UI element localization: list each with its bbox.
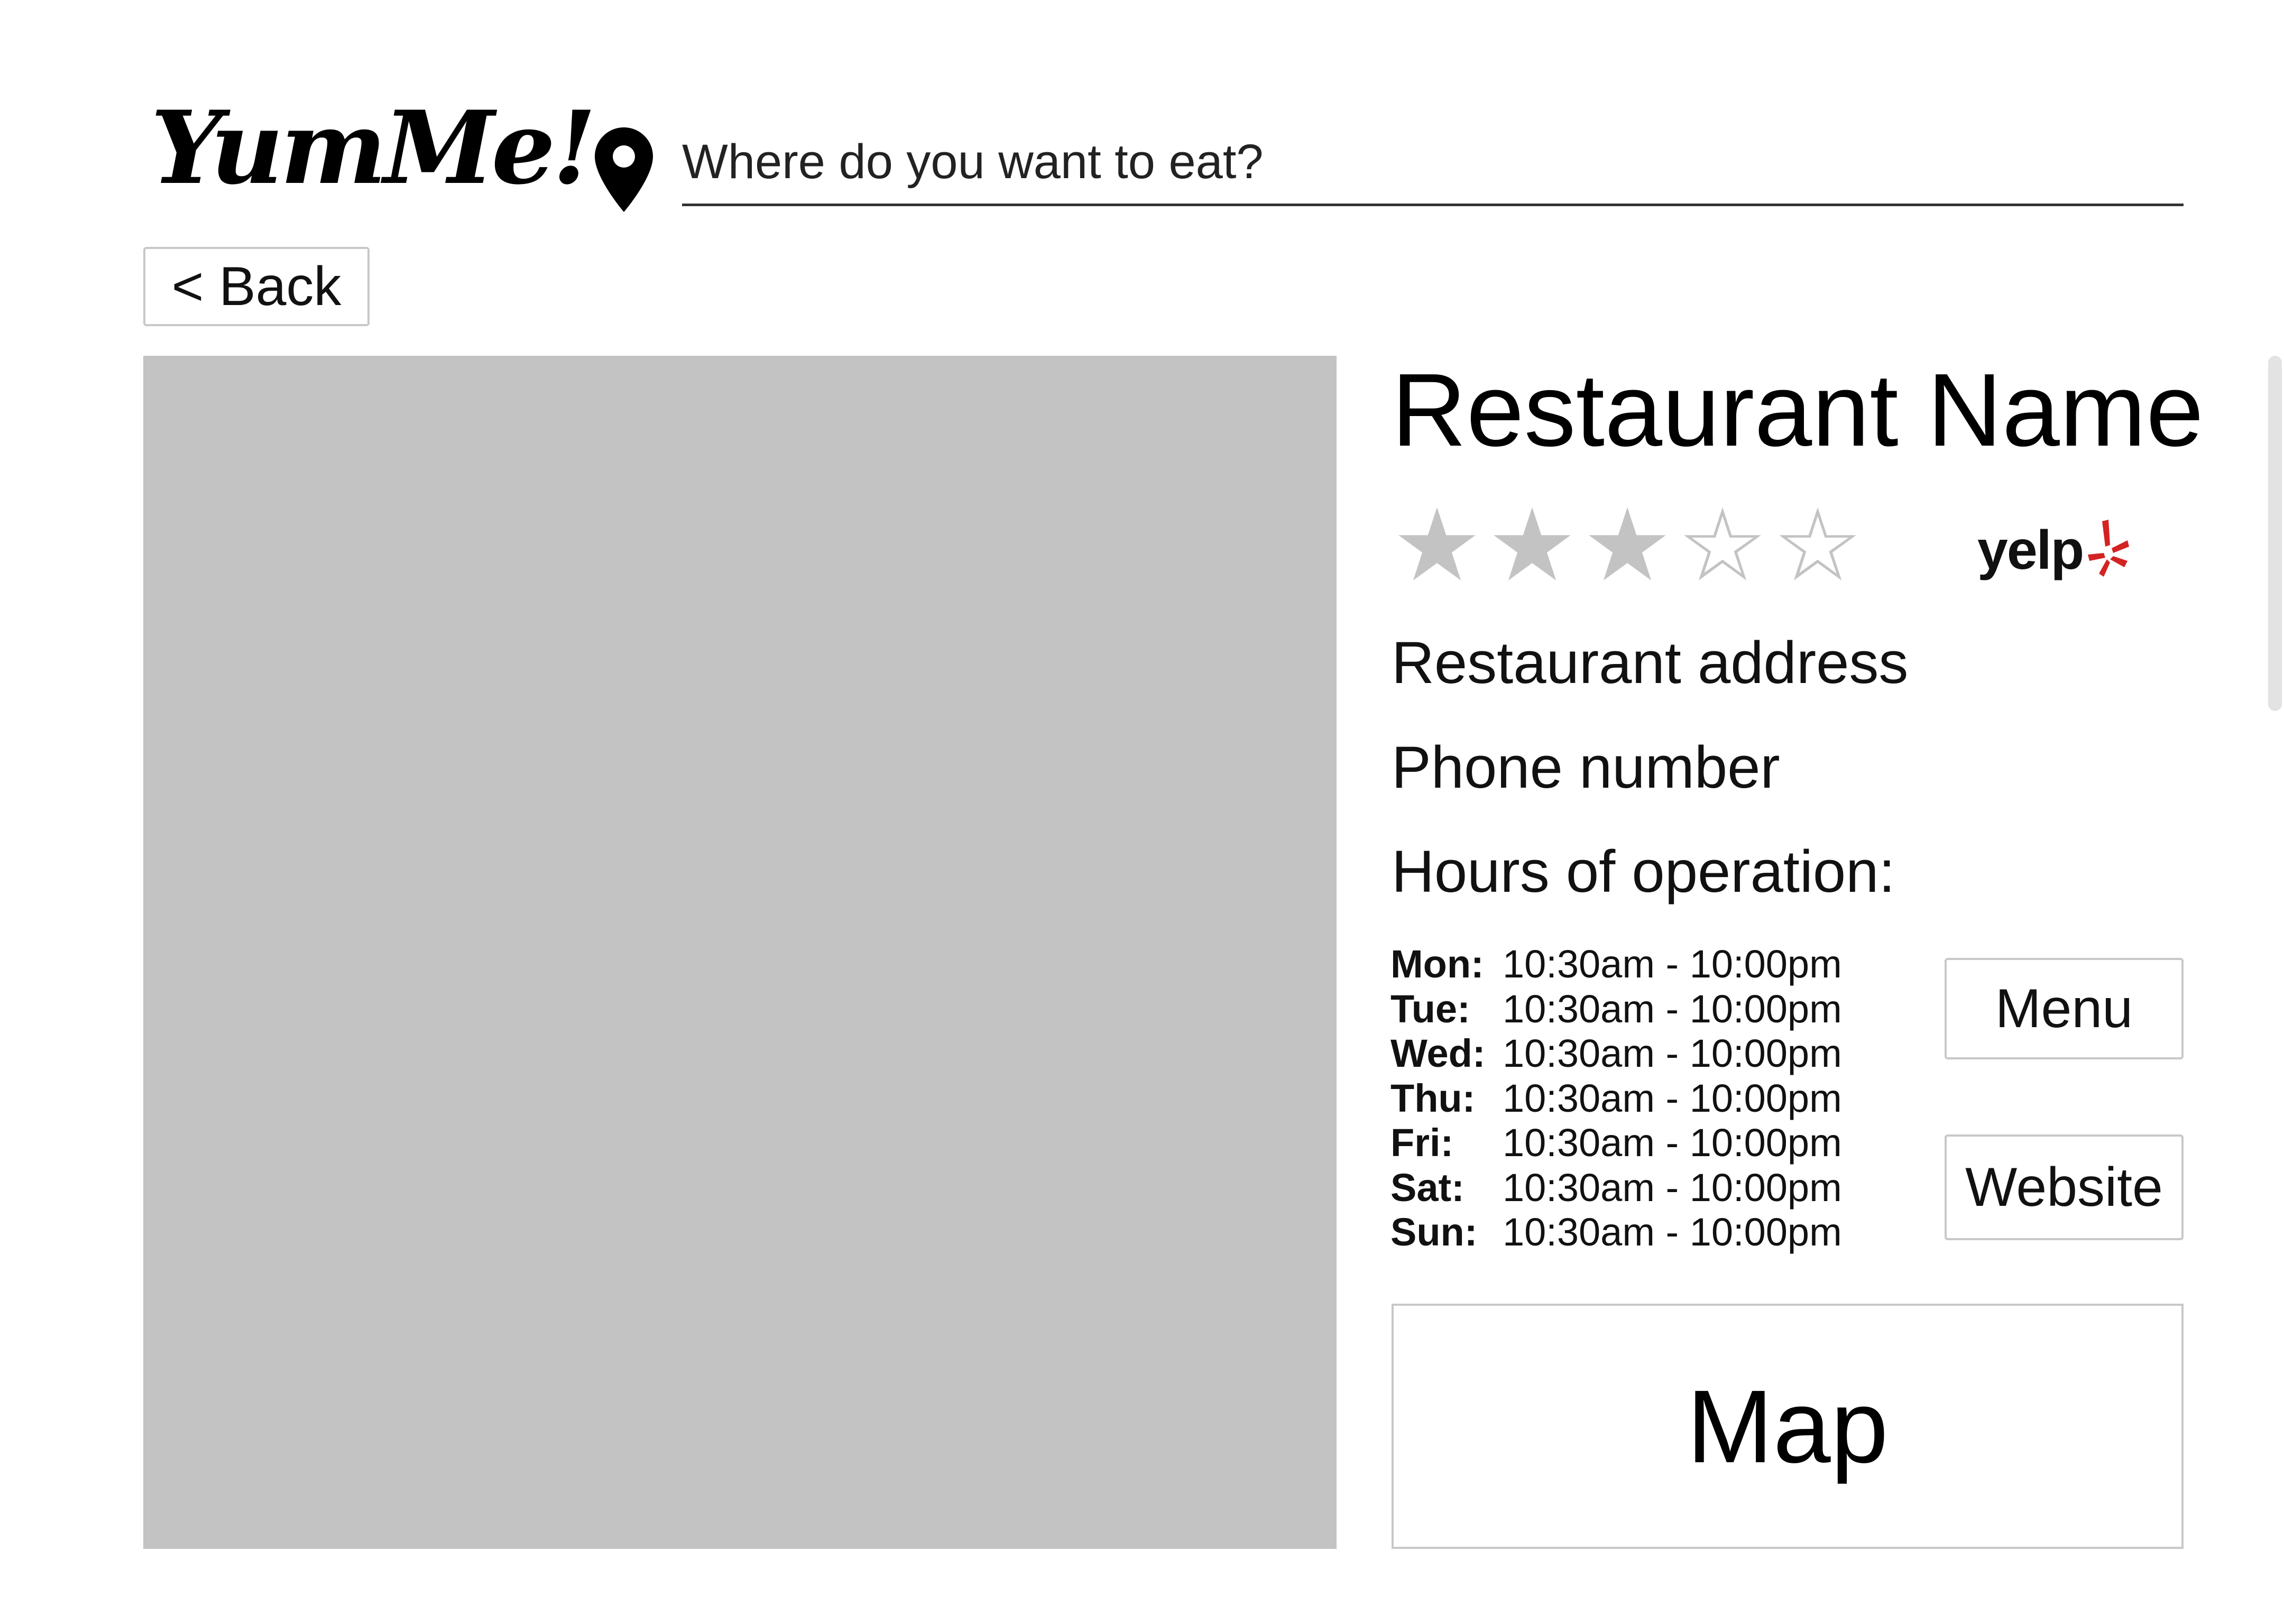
star-filled-icon: ★: [1392, 487, 1482, 604]
hours-row: Thu: 10:30am - 10:00pm: [1390, 1076, 1842, 1121]
yelp-wordmark: yelp: [1977, 520, 2084, 581]
hours-time: 10:30am - 10:00pm: [1503, 1076, 1842, 1120]
restaurant-name: Restaurant Name: [1392, 352, 2204, 468]
hours-heading: Hours of operation:: [1392, 838, 1895, 905]
hours-time: 10:30am - 10:00pm: [1503, 1121, 1842, 1165]
hours-time: 10:30am - 10:00pm: [1503, 986, 1842, 1031]
hours-day: Thu:: [1390, 1076, 1476, 1120]
restaurant-phone: Phone number: [1392, 734, 1780, 800]
yelp-burst-icon: [2088, 520, 2129, 577]
hours-time: 10:30am - 10:00pm: [1503, 942, 1842, 986]
hours-day: Fri:: [1390, 1121, 1454, 1165]
star-filled-icon: ★: [1582, 487, 1673, 604]
rating-stars: ★ ★ ★ ☆ ☆: [1389, 487, 1865, 604]
map-panel[interactable]: Map: [1392, 1304, 2184, 1549]
hours-day: Sat:: [1390, 1165, 1465, 1210]
menu-button[interactable]: Menu: [1945, 958, 2184, 1059]
hours-row: Tue: 10:30am - 10:00pm: [1390, 987, 1842, 1032]
hours-row: Sun: 10:30am - 10:00pm: [1390, 1210, 1842, 1255]
hours-day: Tue:: [1390, 986, 1470, 1031]
hours-time: 10:30am - 10:00pm: [1503, 1031, 1842, 1075]
hours-row: Mon: 10:30am - 10:00pm: [1390, 942, 1842, 987]
hours-time: 10:30am - 10:00pm: [1503, 1165, 1842, 1210]
star-empty-icon: ☆: [1772, 487, 1863, 604]
search-input[interactable]: [682, 121, 2184, 206]
hours-day: Sun:: [1390, 1210, 1478, 1254]
restaurant-address: Restaurant address: [1392, 630, 1909, 696]
app-logo[interactable]: YumMe!: [151, 98, 596, 198]
hours-day: Mon:: [1390, 942, 1484, 986]
yelp-logo[interactable]: yelp: [1977, 518, 2131, 592]
hours-list: Mon: 10:30am - 10:00pm Tue: 10:30am - 10…: [1390, 942, 1842, 1255]
hours-row: Wed: 10:30am - 10:00pm: [1390, 1031, 1842, 1076]
hours-time: 10:30am - 10:00pm: [1503, 1210, 1842, 1254]
website-button[interactable]: Website: [1945, 1134, 2184, 1240]
hours-row: Sat: 10:30am - 10:00pm: [1390, 1166, 1842, 1211]
restaurant-photo-placeholder: [143, 356, 1337, 1549]
map-label: Map: [1687, 1368, 1889, 1484]
map-pin-icon: [595, 127, 653, 212]
star-empty-icon: ☆: [1677, 487, 1768, 604]
star-filled-icon: ★: [1487, 487, 1578, 604]
hours-row: Fri: 10:30am - 10:00pm: [1390, 1121, 1842, 1166]
back-button[interactable]: < Back: [143, 247, 370, 326]
hours-day: Wed:: [1390, 1031, 1486, 1075]
scrollbar[interactable]: [2268, 356, 2282, 711]
